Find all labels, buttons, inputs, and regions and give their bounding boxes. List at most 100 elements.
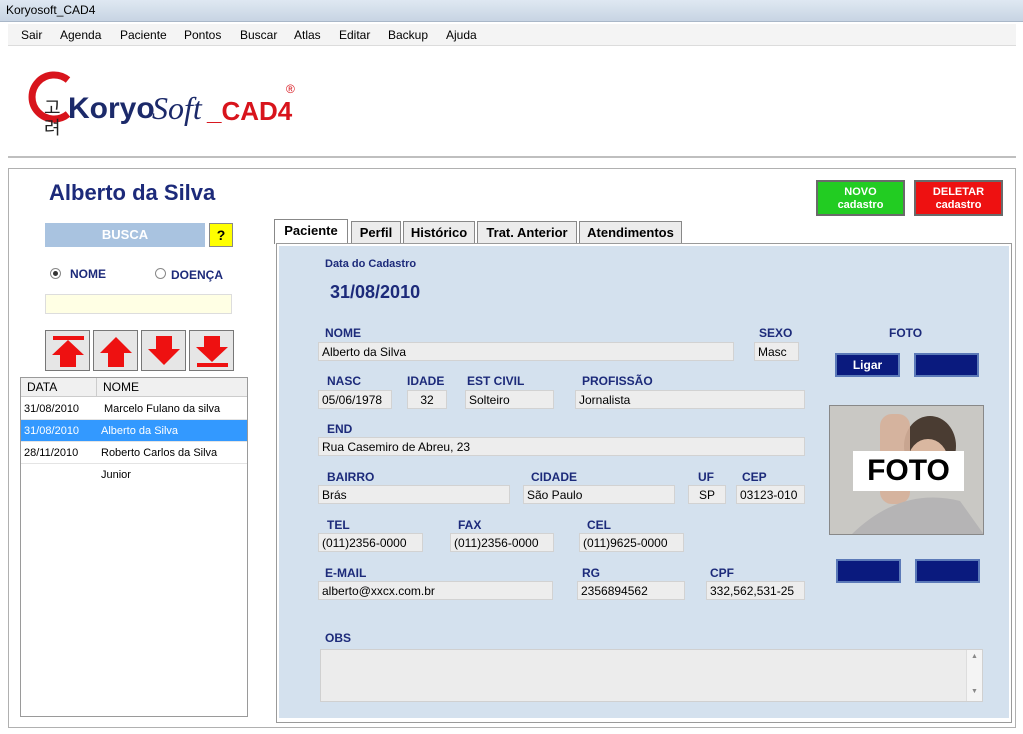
list-item[interactable]: 28/11/2010 Roberto Carlos da Silva Junio… [21, 442, 247, 481]
foto-label: FOTO [889, 326, 923, 340]
idade-label: IDADE [407, 374, 445, 388]
radio-doenca-label: DOENÇA [171, 268, 224, 282]
photo-frame: FOTO [829, 405, 984, 535]
estcivil-label: EST CIVIL [467, 374, 525, 388]
ligar-button[interactable]: Ligar [835, 353, 900, 377]
estcivil-field[interactable]: Solteiro [465, 390, 554, 409]
menu-atlas[interactable]: Atlas [294, 28, 321, 42]
nome-label: NOME [325, 326, 361, 340]
radio-nome[interactable] [50, 268, 61, 279]
profissao-field[interactable]: Jornalista [575, 390, 805, 409]
bairro-label: BAIRRO [327, 470, 375, 484]
logo-cad-text: _CAD4 [207, 96, 293, 126]
obs-textarea[interactable] [320, 649, 983, 702]
cidade-label: CIDADE [531, 470, 578, 484]
obs-scrollbar[interactable]: ▲ ▼ [966, 650, 982, 701]
tab-historico[interactable]: Histórico [403, 221, 475, 243]
list-item-date: 28/11/2010 [24, 447, 79, 459]
obs-label: OBS [325, 631, 352, 645]
nasc-label: NASC [327, 374, 362, 388]
logo-area: 고 려 Koryo Soft _CAD4 ® [8, 46, 1016, 158]
arrow-first-icon [52, 336, 84, 367]
rg-field[interactable]: 2356894562 [577, 581, 685, 600]
tab-perfil[interactable]: Perfil [351, 221, 401, 243]
list-header-nome[interactable]: NOME [97, 378, 247, 397]
list-item-date: 31/08/2010 [24, 403, 80, 415]
tab-paciente[interactable]: Paciente [274, 219, 348, 244]
cep-label: CEP [742, 470, 767, 484]
next-record-button[interactable] [141, 330, 186, 371]
list-item[interactable]: 31/08/2010 Marcelo Fulano da silva [21, 398, 247, 420]
logo-registered: ® [286, 82, 295, 96]
tab-trat-anterior[interactable]: Trat. Anterior [477, 221, 577, 243]
menu-bar: Sair Agenda Paciente Pontos Buscar Atlas… [8, 24, 1016, 46]
menu-sair[interactable]: Sair [21, 28, 42, 42]
menu-paciente[interactable]: Paciente [120, 28, 167, 42]
menu-backup[interactable]: Backup [388, 28, 428, 42]
arrow-last-icon [196, 336, 228, 367]
list-item-selected[interactable]: 31/08/2010 Alberto da Silva [21, 420, 247, 442]
tab-atendimentos[interactable]: Atendimentos [579, 221, 682, 243]
novo-cadastro-button[interactable]: NOVO cadastro [816, 180, 905, 216]
logo-hangul-bottom: 려 [44, 118, 61, 139]
scroll-down-icon[interactable]: ▼ [971, 688, 978, 695]
tel-label: TEL [327, 518, 350, 532]
title-bar: Koryosoft_CAD4 [0, 0, 1023, 22]
nome-field[interactable]: Alberto da Silva [318, 342, 734, 361]
menu-buscar[interactable]: Buscar [240, 28, 277, 42]
email-field[interactable]: alberto@xxcx.com.br [318, 581, 553, 600]
help-button[interactable]: ? [209, 223, 233, 247]
window-title: Koryosoft_CAD4 [6, 3, 96, 17]
tel-field[interactable]: (011)2356-0000 [318, 533, 423, 552]
cel-label: CEL [587, 518, 611, 532]
first-record-button[interactable] [45, 330, 90, 371]
end-field[interactable]: Rua Casemiro de Abreu, 23 [318, 437, 805, 456]
menu-agenda[interactable]: Agenda [60, 28, 101, 42]
bairro-field[interactable]: Brás [318, 485, 510, 504]
profissao-label: PROFISSÃO [582, 374, 653, 388]
deletar-cadastro-button[interactable]: DELETAR cadastro [914, 180, 1003, 216]
novo-label: NOVO [844, 186, 877, 198]
cel-field[interactable]: (011)9625-0000 [579, 533, 684, 552]
idade-field[interactable]: 32 [407, 390, 447, 409]
save-photo-button[interactable] [915, 559, 980, 583]
list-header-data[interactable]: DATA [21, 378, 97, 397]
cadastro-date: 31/08/2010 [330, 282, 421, 302]
cadastro-label: Data do Cadastro [325, 258, 417, 270]
radio-nome-label: NOME [70, 267, 106, 281]
radio-doenca[interactable] [155, 268, 166, 279]
cidade-field[interactable]: São Paulo [523, 485, 675, 504]
logo-soft-text: Soft [152, 90, 202, 126]
last-record-button[interactable] [189, 330, 234, 371]
deletar-sublabel: cadastro [935, 199, 982, 211]
list-item-name: Roberto Carlos da Silva Junior [101, 447, 218, 481]
busca-header: BUSCA [45, 223, 205, 247]
end-label: END [327, 422, 353, 436]
patient-list: DATA NOME 31/08/2010 Marcelo Fulano da s… [20, 377, 248, 717]
arrow-up-icon [100, 337, 132, 367]
menu-ajuda[interactable]: Ajuda [446, 28, 477, 42]
search-input[interactable] [45, 294, 232, 314]
foto-overlay-text: FOTO [853, 451, 964, 491]
cpf-field[interactable]: 332,562,531-25 [706, 581, 805, 600]
capture-button[interactable] [836, 559, 901, 583]
nasc-field[interactable]: 05/06/1978 [318, 390, 392, 409]
list-item-name: Alberto da Silva [101, 425, 179, 437]
fax-label: FAX [458, 518, 482, 532]
previous-record-button[interactable] [93, 330, 138, 371]
menu-editar[interactable]: Editar [339, 28, 370, 42]
fax-field[interactable]: (011)2356-0000 [450, 533, 554, 552]
sexo-field[interactable]: Masc [754, 342, 799, 361]
cep-field[interactable]: 03123-010 [736, 485, 805, 504]
uf-field[interactable]: SP [688, 485, 726, 504]
arrow-down-icon [148, 336, 180, 365]
logo-brand-text: Koryo [68, 92, 155, 125]
camera-button-2[interactable] [914, 353, 979, 377]
email-label: E-MAIL [325, 566, 367, 580]
menu-pontos[interactable]: Pontos [184, 28, 221, 42]
logo: 고 려 Koryo Soft _CAD4 ® [24, 66, 314, 141]
uf-label: UF [698, 470, 714, 484]
rg-label: RG [582, 566, 600, 580]
scroll-up-icon[interactable]: ▲ [971, 653, 978, 660]
list-item-date: 31/08/2010 [24, 425, 80, 437]
